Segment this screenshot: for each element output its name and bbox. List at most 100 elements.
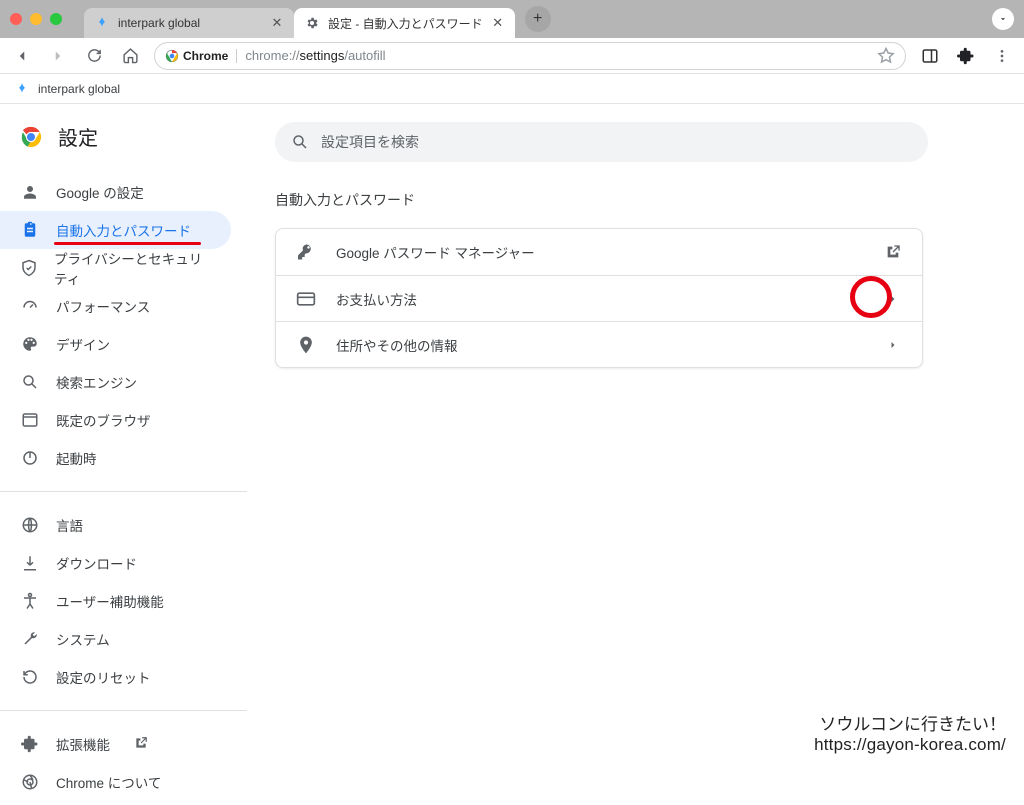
clipboard-icon (20, 220, 40, 240)
bookmark-item[interactable]: interpark global (38, 82, 120, 96)
sidebar-item-language[interactable]: 言語 (0, 506, 231, 544)
sidebar-item-extensions[interactable]: 拡張機能 (0, 725, 231, 763)
reload-button[interactable] (82, 44, 106, 68)
chrome-logo-icon (20, 772, 40, 792)
row-label: お支払い方法 (336, 289, 417, 309)
sidebar-item-search[interactable]: 検索エンジン (0, 363, 231, 401)
main-content: 設定項目を検索 自動入力とパスワード Google パスワード マネージャー お… (247, 104, 1024, 769)
annotation-underline (54, 242, 201, 245)
row-label: 住所やその他の情報 (336, 335, 458, 355)
puzzle-icon (20, 734, 40, 754)
sidebar-item-reset[interactable]: 設定のリセット (0, 658, 231, 696)
gear-icon (304, 15, 320, 31)
address-bar[interactable]: Chrome chrome://settings/autofill (154, 42, 906, 70)
tab-settings[interactable]: 設定 - 自動入力とパスワード ✕ (294, 8, 515, 38)
row-password-manager[interactable]: Google パスワード マネージャー (276, 229, 922, 275)
omnibox-actions (877, 47, 895, 65)
sidebar-item-label: 既定のブラウザ (56, 410, 151, 430)
sidebar-item-autofill[interactable]: 自動入力とパスワード (0, 211, 231, 249)
browser-tabstrip: interpark global ✕ 設定 - 自動入力とパスワード ✕ + (0, 0, 1024, 38)
sidebar-item-performance[interactable]: パフォーマンス (0, 287, 231, 325)
sidebar-item-label: Chrome について (56, 772, 161, 792)
minimize-window-button[interactable] (30, 13, 42, 25)
sidebar-item-label: 起動時 (56, 448, 97, 468)
settings-page: 設定 Google の設定 自動入力とパスワード プライバシーとセキュリティ パ… (0, 104, 1024, 769)
section-title: 自動入力とパスワード (275, 190, 968, 210)
sidebar-item-label: 自動入力とパスワード (56, 220, 191, 240)
palette-icon (20, 334, 40, 354)
credit-card-icon (296, 289, 316, 309)
url-text: chrome://settings/autofill (245, 48, 385, 63)
sidebar-item-label: 言語 (56, 515, 83, 535)
extensions-icon[interactable] (954, 44, 978, 68)
site-chip-text: Chrome (183, 49, 228, 63)
person-icon (20, 182, 40, 202)
back-button[interactable] (10, 44, 34, 68)
search-icon (291, 133, 309, 151)
row-addresses[interactable]: 住所やその他の情報 (276, 321, 922, 367)
sidebar-item-default-browser[interactable]: 既定のブラウザ (0, 401, 231, 439)
sidebar-item-label: 拡張機能 (56, 734, 110, 754)
sidebar-item-system[interactable]: システム (0, 620, 231, 658)
watermark: ソウルコンに行きたい！ https://gayon-korea.com/ (814, 710, 1006, 755)
close-window-button[interactable] (10, 13, 22, 25)
window-dropdown-button[interactable] (992, 8, 1014, 30)
sidebar-item-startup[interactable]: 起動時 (0, 439, 231, 477)
power-icon (20, 448, 40, 468)
row-label: Google パスワード マネージャー (336, 242, 535, 262)
star-icon[interactable] (877, 47, 895, 65)
sidebar-item-appearance[interactable]: デザイン (0, 325, 231, 363)
sidebar-item-label: ユーザー補助機能 (56, 591, 164, 611)
settings-search-input[interactable]: 設定項目を検索 (275, 122, 928, 162)
tab-label: interpark global (118, 16, 200, 30)
chevron-right-icon (884, 290, 902, 308)
menu-button[interactable] (990, 44, 1014, 68)
shield-icon (20, 258, 38, 278)
home-button[interactable] (118, 44, 142, 68)
forward-button[interactable] (46, 44, 70, 68)
sidebar-item-label: プライバシーとセキュリティ (54, 248, 211, 288)
page-title: 設定 (58, 122, 98, 151)
key-icon (296, 242, 316, 262)
sidebar-item-label: 設定のリセット (56, 667, 151, 687)
maximize-window-button[interactable] (50, 13, 62, 25)
window-controls (10, 13, 62, 25)
sidebar-list: Google の設定 自動入力とパスワード プライバシーとセキュリティ パフォー… (0, 169, 247, 481)
autofill-card: Google パスワード マネージャー お支払い方法 住所やその他の情報 (275, 228, 923, 368)
sidebar-item-accessibility[interactable]: ユーザー補助機能 (0, 582, 231, 620)
sidebar-header: 設定 (0, 122, 247, 169)
open-in-new-icon (134, 736, 150, 752)
location-icon (296, 335, 316, 355)
bookmarks-bar: interpark global (0, 74, 1024, 104)
divider (0, 710, 247, 711)
tab-interpark[interactable]: interpark global ✕ (84, 8, 294, 38)
sidebar-item-label: デザイン (56, 334, 110, 354)
download-icon (20, 553, 40, 573)
toolbar: Chrome chrome://settings/autofill (0, 38, 1024, 74)
watermark-line2: https://gayon-korea.com/ (814, 735, 1006, 755)
sidebar: 設定 Google の設定 自動入力とパスワード プライバシーとセキュリティ パ… (0, 104, 247, 769)
chrome-icon (165, 49, 179, 63)
row-payment-methods[interactable]: お支払い方法 (276, 275, 922, 321)
chevron-right-icon (884, 336, 902, 354)
close-tab-icon[interactable]: ✕ (270, 16, 284, 30)
sidebar-item-label: ダウンロード (56, 553, 137, 573)
sidebar-item-privacy[interactable]: プライバシーとセキュリティ (0, 249, 231, 287)
browser-icon (20, 410, 40, 430)
sidebar-list-2: 言語 ダウンロード ユーザー補助機能 システム 設定のリセット (0, 502, 247, 700)
tabs-container: interpark global ✕ 設定 - 自動入力とパスワード ✕ + (84, 0, 551, 38)
site-info-chip[interactable]: Chrome (165, 49, 237, 63)
close-tab-icon[interactable]: ✕ (491, 16, 505, 30)
new-tab-button[interactable]: + (525, 6, 551, 32)
open-in-new-icon (884, 243, 902, 261)
accessibility-icon (20, 591, 40, 611)
sidebar-item-google[interactable]: Google の設定 (0, 173, 231, 211)
sidebar-item-label: 検索エンジン (56, 372, 137, 392)
interpark-favicon-icon (94, 15, 110, 31)
sidebar-item-downloads[interactable]: ダウンロード (0, 544, 231, 582)
watermark-line1: ソウルコンに行きたい！ (814, 710, 1006, 735)
divider (0, 491, 247, 492)
sidebar-item-label: パフォーマンス (56, 296, 150, 316)
wrench-icon (20, 629, 40, 649)
side-panel-button[interactable] (918, 44, 942, 68)
